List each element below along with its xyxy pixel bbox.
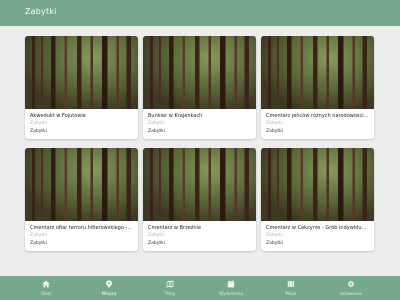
- gear-icon: [347, 280, 355, 288]
- place-photo: [143, 36, 256, 109]
- place-name: Bunkier w Krajenkach: [148, 113, 203, 119]
- tab-label: Mapa: [285, 291, 297, 296]
- place-card[interactable]: Cmentarz w Brzeźnie Zabytki Zabytki: [143, 148, 256, 251]
- place-subtitle: Zabytki: [148, 121, 165, 126]
- place-category: Zabytki: [30, 129, 47, 134]
- home-icon: [42, 280, 50, 288]
- tab-label: Trasy: [164, 291, 176, 296]
- tab-miejsca[interactable]: Miejsca: [76, 276, 142, 300]
- place-card[interactable]: Cmentarz jeńców różnych narodowości z I.…: [261, 36, 374, 139]
- place-subtitle: Zabytki: [266, 121, 283, 126]
- place-card[interactable]: Cmentarz ofiar terroru hitlerowskiego - …: [25, 148, 138, 251]
- place-photo: [143, 148, 256, 221]
- place-card[interactable]: Akwedukt w Fojutowie Zabytki Zabytki: [25, 36, 138, 139]
- place-card[interactable]: Bunkier w Krajenkach Zabytki Zabytki: [143, 36, 256, 139]
- place-photo: [261, 36, 374, 109]
- place-category: Zabytki: [266, 129, 283, 134]
- place-card[interactable]: Cmentarz w Cekcynie - Grób indywidualn..…: [261, 148, 374, 251]
- place-name: Cmentarz jeńców różnych narodowości z I.…: [266, 113, 369, 119]
- place-category: Zabytki: [148, 129, 165, 134]
- tab-ustawienia[interactable]: Ustawienia: [318, 276, 384, 300]
- calendar-icon: [227, 280, 235, 288]
- tab-label: Start: [41, 291, 51, 296]
- tab-trasy[interactable]: Trasy: [137, 276, 203, 300]
- place-name: Akwedukt w Fojutowie: [30, 113, 86, 119]
- tab-label: Ustawienia: [340, 291, 362, 296]
- tab-mapa[interactable]: Mapa: [258, 276, 324, 300]
- tab-wydarzenia[interactable]: Wydarzenia: [198, 276, 264, 300]
- bottom-tab-bar: Start Miejsca Trasy Wydarzenia Mapa Usta…: [0, 276, 400, 300]
- map-icon: [287, 280, 295, 288]
- place-photo: [25, 148, 138, 221]
- place-category: Zabytki: [266, 241, 283, 246]
- place-category: Zabytki: [30, 241, 47, 246]
- place-subtitle: Zabytki: [148, 233, 165, 238]
- place-photo: [261, 148, 374, 221]
- tab-start[interactable]: Start: [13, 276, 79, 300]
- tab-label: Wydarzenia: [219, 291, 243, 296]
- place-subtitle: Zabytki: [266, 233, 283, 238]
- route-icon: [166, 280, 174, 288]
- place-subtitle: Zabytki: [30, 233, 47, 238]
- place-name: Cmentarz w Brzeźnie: [148, 225, 202, 231]
- place-category: Zabytki: [148, 241, 165, 246]
- location-pin-icon: [106, 280, 112, 288]
- tab-label: Miejsca: [101, 291, 117, 296]
- place-name: Cmentarz ofiar terroru hitlerowskiego - …: [30, 225, 133, 231]
- place-photo: [25, 36, 138, 109]
- place-subtitle: Zabytki: [30, 121, 47, 126]
- places-grid: Akwedukt w Fojutowie Zabytki Zabytki Bun…: [0, 0, 400, 276]
- place-name: Cmentarz w Cekcynie - Grób indywidualn..…: [266, 225, 369, 231]
